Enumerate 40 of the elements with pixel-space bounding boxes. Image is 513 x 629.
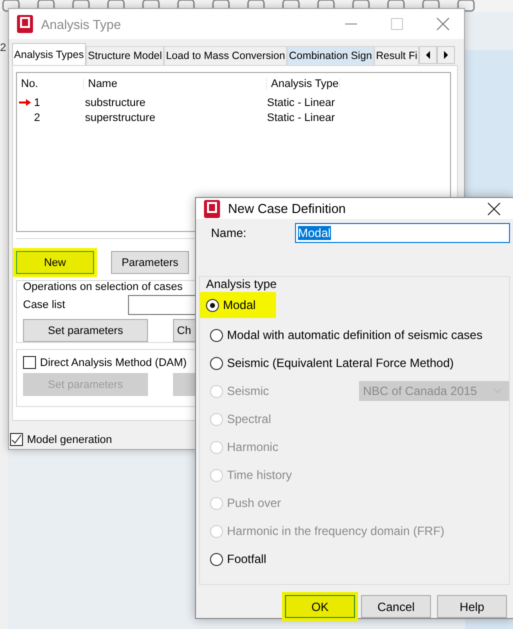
tab[interactable]: Result Fi: [374, 46, 420, 65]
radio-label: Harmonic in the frequency domain (FRF): [227, 524, 444, 538]
table-cell-text: Static - Linear: [266, 96, 335, 108]
name-field[interactable]: Modal: [295, 223, 510, 243]
dialog-button[interactable]: Set parameters: [23, 319, 148, 342]
checkbox-label: Direct Analysis Method (DAM): [40, 356, 187, 368]
column-header[interactable]: Analysis Type: [267, 78, 340, 90]
table-cell-text: superstructure: [84, 112, 156, 124]
group-title: Operations on selection of cases: [23, 281, 183, 293]
radio-label: Footfall: [227, 552, 266, 566]
tab[interactable]: Load to Mass Conversion: [164, 46, 288, 65]
radio-label: Seismic (Equivalent Lateral Force Method): [227, 356, 454, 370]
radio-label: Seismic: [227, 384, 270, 398]
tab[interactable]: Structure Model: [86, 46, 164, 65]
radio-label: Push over: [227, 496, 282, 510]
radio-label: Time history: [227, 468, 292, 482]
column-header[interactable]: No.: [17, 78, 84, 90]
dialog-button[interactable]: New: [16, 251, 94, 274]
column-header[interactable]: Name: [84, 78, 267, 90]
tab[interactable]: Combination Sign: [287, 46, 374, 65]
dialog-button[interactable]: Cancel: [361, 595, 431, 618]
group-title: Analysis type: [206, 277, 277, 291]
field-label: Case list: [23, 299, 66, 311]
table-cell-text: Static - Linear: [266, 112, 335, 124]
table-cell-text: substructure: [84, 96, 147, 108]
dialog-button[interactable]: Help: [437, 595, 507, 618]
table-cell: 1: [34, 96, 40, 108]
radio-label: Harmonic: [227, 440, 278, 454]
radio-label: Modal: [223, 298, 256, 312]
dialog-button[interactable]: Parameters: [111, 251, 189, 274]
radio-label: Spectral: [227, 412, 272, 426]
radio-label: Modal with automatic definition of seismic cases: [227, 328, 482, 342]
side-label: 2: [0, 42, 6, 54]
tab[interactable]: Analysis Types: [12, 43, 86, 65]
checkbox-label: Model generation: [27, 434, 112, 446]
window-title: Analysis Type: [41, 16, 121, 32]
dialog-button[interactable]: OK: [285, 595, 355, 618]
field-label: Name:: [211, 226, 248, 240]
window-title: New Case Definition: [228, 201, 346, 216]
table-cell: 2: [34, 112, 40, 124]
